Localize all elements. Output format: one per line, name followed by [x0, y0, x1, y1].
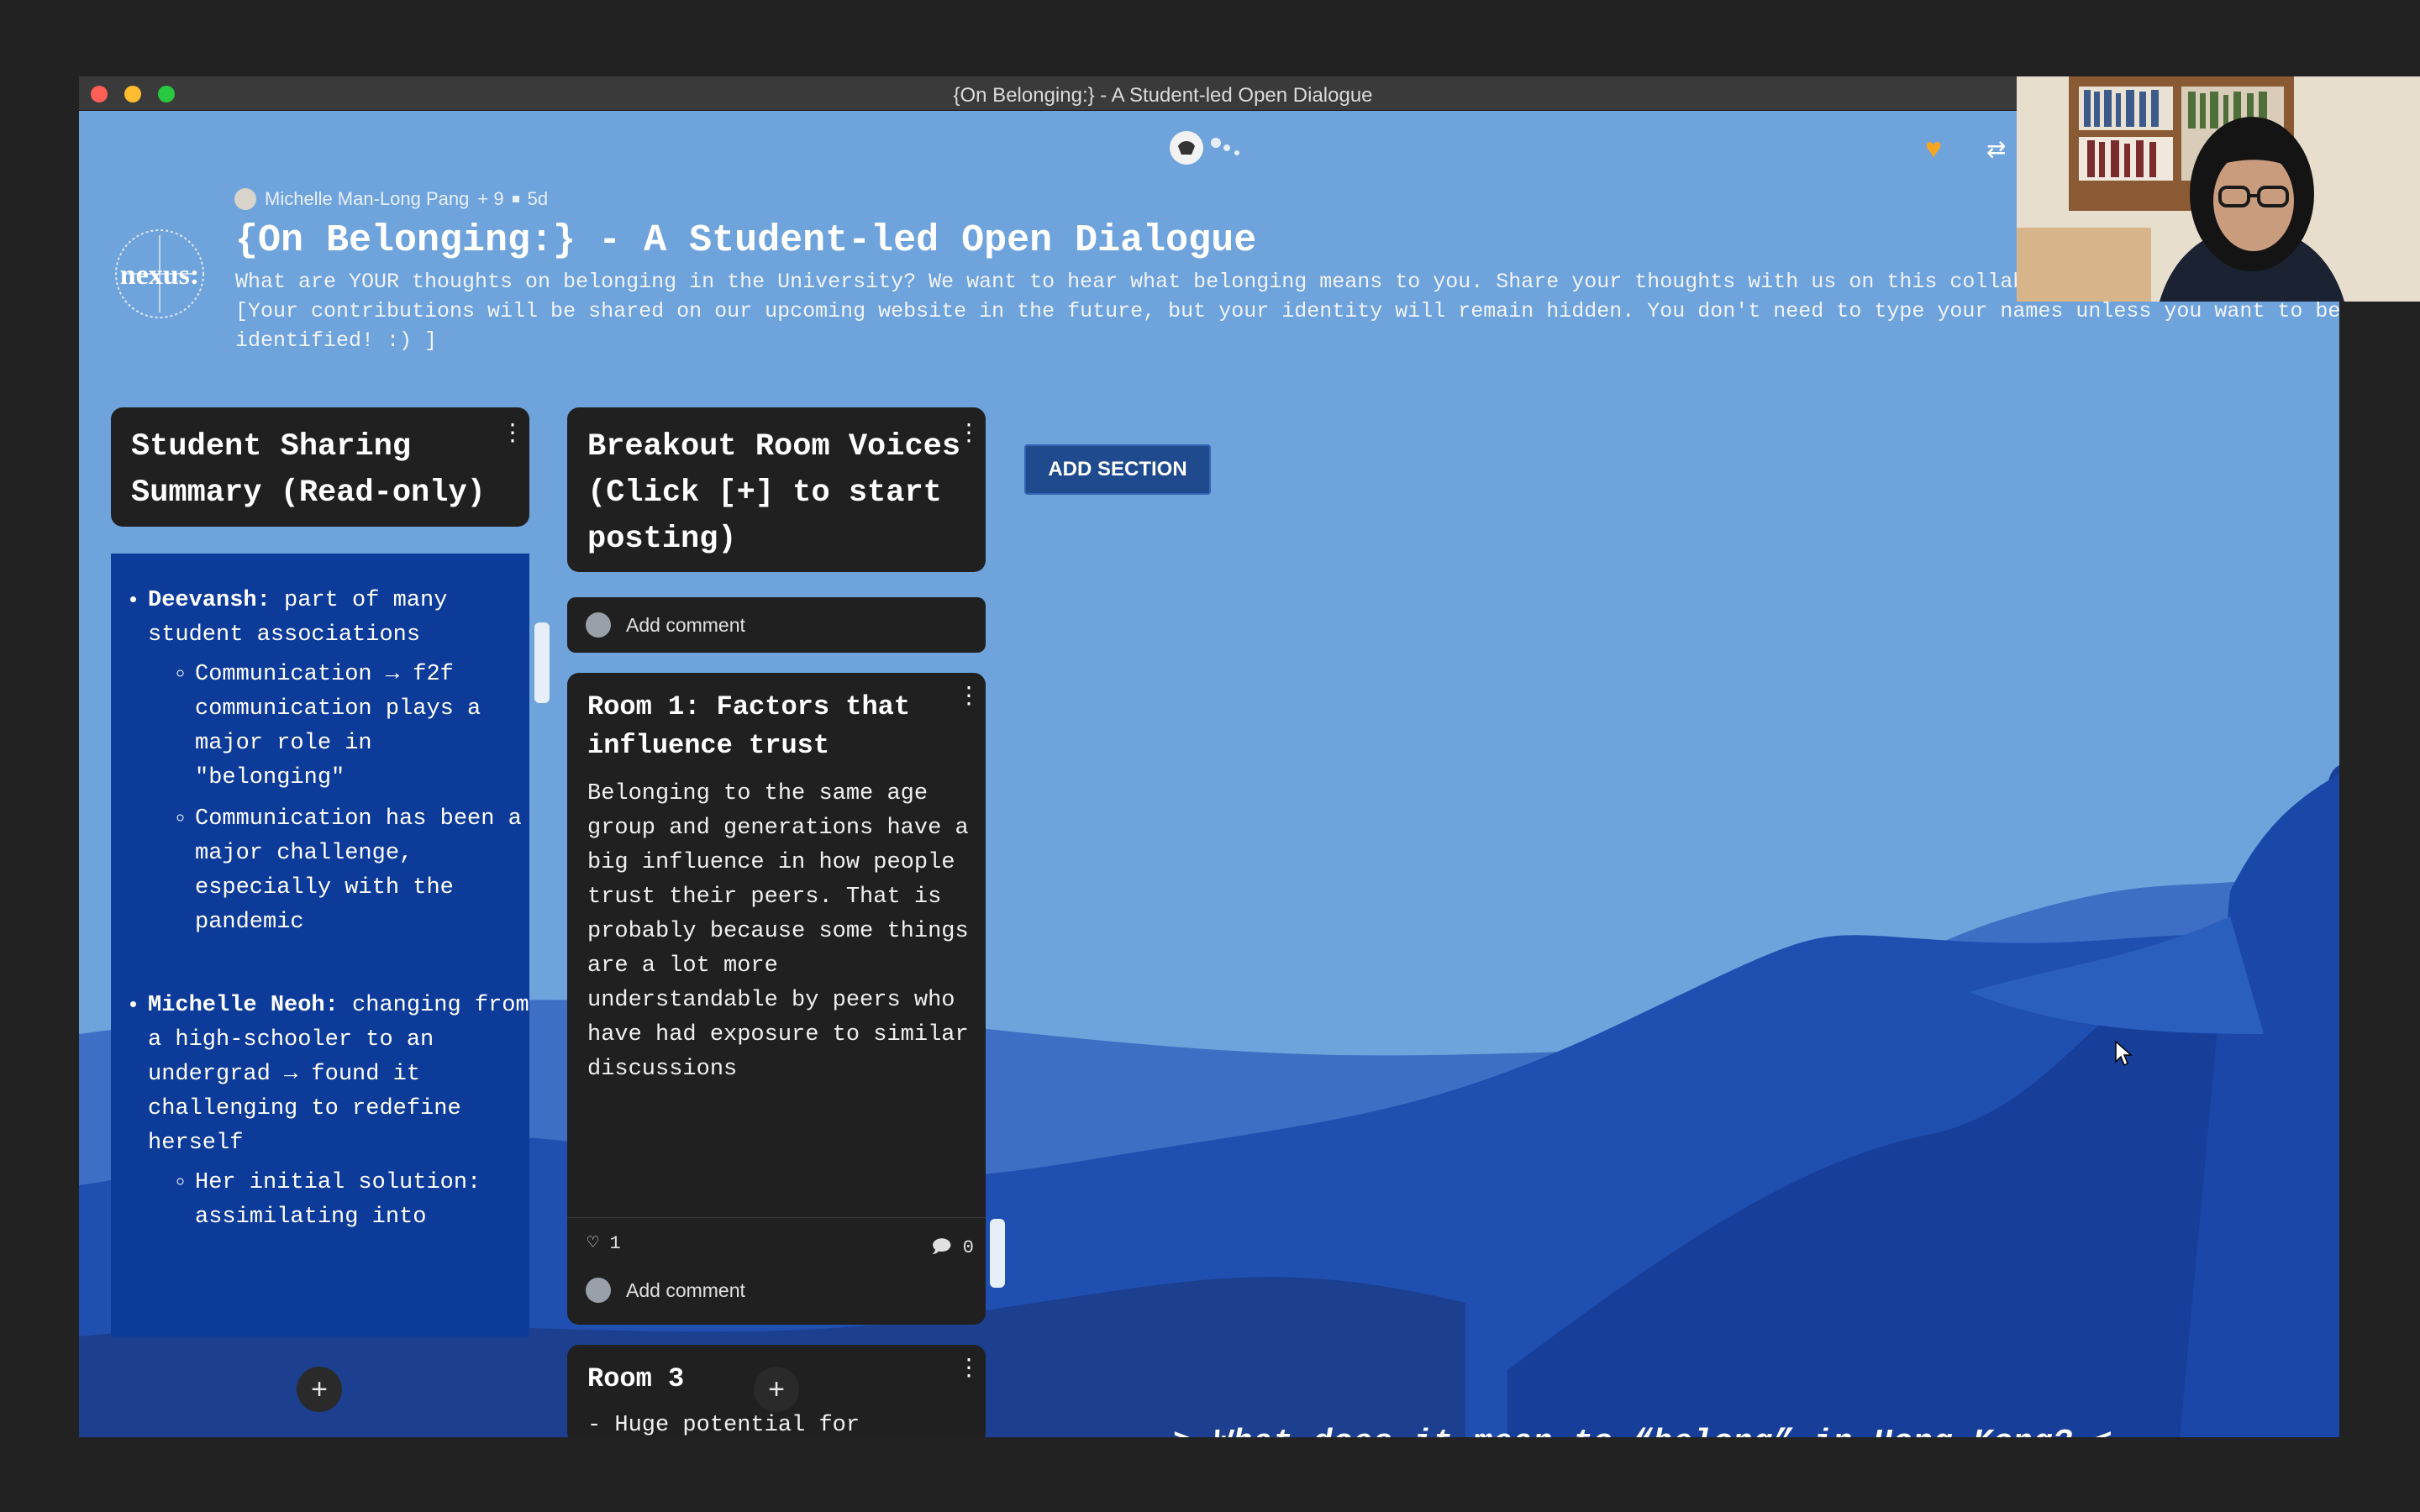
webcam-person-image [2017, 76, 2420, 302]
heart-outline-icon: ♡ [587, 1233, 599, 1254]
heart-icon[interactable]: ♥ [1925, 133, 1942, 165]
post-add-comment[interactable]: Add comment [586, 1278, 745, 1303]
post-body: - Huge potential for [587, 1413, 860, 1437]
summary-subitem: Her initial solution: assimilating into [195, 1166, 529, 1235]
add-post-button-column-2[interactable]: + [754, 1367, 799, 1412]
kebab-menu-icon[interactable]: ⋮ [957, 686, 981, 710]
summary-subitem: Communication has been a major challenge… [195, 802, 529, 940]
summary-item-deevansh: Deevansh: part of many student associati… [148, 584, 529, 940]
author-name[interactable]: Michelle Man-Long Pang [265, 188, 469, 210]
like-count: 1 [609, 1233, 621, 1254]
comment-button[interactable]: 🗩 0 [931, 1232, 974, 1264]
padlet-board: ♥ ⇄ Michelle Man-Long Pang + 9 5d nexus:… [79, 110, 2339, 1437]
column-title: Breakout Room Voices (Click [+] to start… [587, 429, 961, 557]
comment-count: 0 [962, 1237, 974, 1258]
column-header-student-sharing[interactable]: Student Sharing Summary (Read-only) [111, 407, 529, 527]
column-scrollbar[interactable] [534, 622, 550, 703]
author-avatar [234, 188, 256, 210]
column-header-breakout-rooms[interactable]: Breakout Room Voices (Click [+] to start… [567, 407, 986, 572]
mouse-cursor-icon [2115, 1041, 2133, 1067]
post-body: Belonging to the same age group and gene… [587, 781, 969, 1082]
like-button[interactable]: ♡ 1 [587, 1232, 621, 1264]
student-summary-post: Deevansh: part of many student associati… [111, 554, 529, 1336]
summary-item-michelle: Michelle Neoh: changing from a high-scho… [148, 989, 529, 1235]
board-age: 5d [527, 188, 549, 209]
post-title: Room 3 [587, 1363, 685, 1394]
kebab-menu-icon[interactable]: ⋮ [957, 421, 981, 444]
add-section-button[interactable]: ADD SECTION [1024, 444, 1211, 495]
window-title: {On Belonging:} - A Student-led Open Dia… [953, 84, 1373, 107]
comment-icon: 🗩 [931, 1237, 952, 1258]
column-title: Student Sharing Summary (Read-only) [131, 429, 486, 511]
contributors-icon[interactable] [1170, 131, 1262, 173]
board-title: {On Belonging:} - A Student-led Open Dia… [235, 219, 1257, 262]
board-tagline: > What does it mean to “belong” in Hong … [1173, 1425, 2113, 1437]
collaborator-count[interactable]: + 9 [477, 188, 503, 210]
nexus-logo-icon: nexus: [115, 229, 204, 318]
separator-dot [512, 196, 519, 202]
column-scrollbar[interactable] [990, 1219, 1005, 1288]
browser-window: {On Belonging:} - A Student-led Open Dia… [79, 76, 2339, 1437]
title-bar: {On Belonging:} - A Student-led Open Dia… [79, 76, 2339, 111]
post-divider [567, 1217, 986, 1218]
add-post-button-column-1[interactable]: + [297, 1367, 342, 1412]
remix-icon[interactable]: ⇄ [1986, 135, 2006, 163]
post-room-1[interactable]: ⋮ Room 1: Factors that influence trust B… [567, 673, 986, 1325]
board-author-line: Michelle Man-Long Pang + 9 5d [234, 188, 548, 210]
add-comment-label: Add comment [626, 1278, 745, 1301]
user-avatar [586, 612, 611, 638]
user-avatar [586, 1278, 611, 1303]
logo-text: nexus: [120, 260, 199, 291]
kebab-menu-icon[interactable]: ⋮ [957, 1358, 981, 1382]
webcam-video-thumbnail[interactable] [2017, 76, 2420, 302]
column-add-comment[interactable]: Add comment [567, 597, 986, 653]
summary-subitem: Communication → f2f communication plays … [195, 658, 529, 795]
kebab-menu-icon[interactable]: ⋮ [501, 421, 524, 444]
post-title: Room 1: Factors that influence trust [587, 691, 911, 761]
post-reactions: ♡ 1 🗩 0 [587, 1232, 974, 1264]
add-comment-label: Add comment [626, 613, 745, 636]
